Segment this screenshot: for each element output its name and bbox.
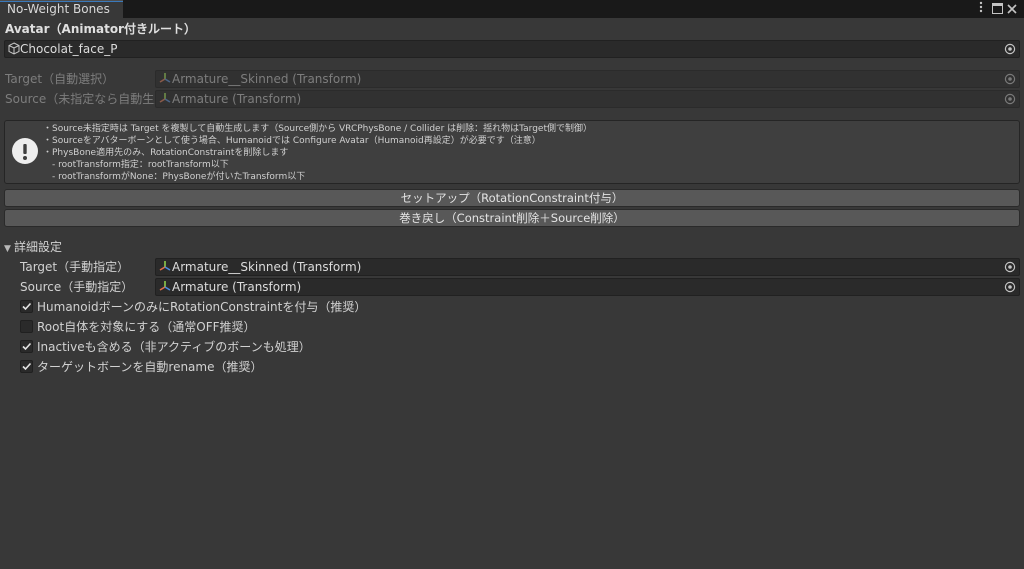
help-line: - rootTransformがNone：PhysBoneが付いたTransfo… (43, 172, 306, 182)
source-manual-field[interactable]: Armature (Transform) (155, 278, 1020, 296)
foldout-arrow-icon: ▼ (4, 244, 11, 254)
revert-button[interactable]: 巻き戻し（Constraint削除＋Source削除） (4, 209, 1020, 227)
advanced-foldout-label: 詳細設定 (14, 240, 63, 254)
tab-accent (0, 1, 123, 2)
source-auto-field: Armature (Transform) (155, 90, 1020, 108)
target-manual-field[interactable]: Armature__Skinned (Transform) (155, 258, 1020, 276)
checkmark-icon (22, 342, 32, 351)
help-line: - rootTransform指定：rootTransform以下 (43, 160, 229, 170)
advanced-foldout[interactable]: ▼ 詳細設定 (4, 239, 62, 257)
transform-icon (159, 260, 172, 274)
help-line: ・Source未指定時は Target を複製して自動生成します（Source側… (43, 124, 592, 134)
help-line: ・PhysBone適用先のみ、RotationConstraintを削除します (43, 148, 289, 158)
target-manual-label: Target（手動指定） (20, 260, 130, 274)
help-text: ・Source未指定時は Target を複製して自動生成します（Source側… (43, 123, 592, 183)
object-picker-icon[interactable] (1004, 281, 1016, 293)
checkmark-icon (22, 362, 32, 371)
checkbox[interactable] (20, 340, 33, 353)
help-line: ・Sourceをアバターボーンとして使う場合、Humanoidでは Config… (43, 136, 541, 146)
avatar-label: Avatar（Animator付きルート） (5, 22, 196, 36)
avatar-value: Chocolat_face_P (20, 42, 118, 56)
editor-content: Avatar（Animator付きルート） Chocolat_face_P Ta… (0, 18, 1024, 569)
object-picker-icon (1004, 93, 1016, 105)
source-manual-value: Armature (Transform) (172, 280, 302, 294)
option-label: Inactiveも含める（非アクティブのボーンも処理） (37, 340, 311, 354)
object-picker-icon[interactable] (1004, 261, 1016, 273)
kebab-menu-icon[interactable] (975, 1, 987, 17)
checkmark-icon (22, 302, 32, 311)
target-auto-field: Armature__Skinned (Transform) (155, 70, 1020, 88)
transform-icon (159, 92, 172, 106)
option-label: ターゲットボーンを自動rename（推奨） (37, 360, 263, 374)
checkbox[interactable] (20, 360, 33, 373)
tab-bar: No-Weight Bones (0, 0, 1024, 18)
transform-icon (159, 72, 172, 86)
maximize-icon[interactable] (990, 1, 1004, 17)
option-label: HumanoidボーンのみにRotationConstraintを付与（推奨） (37, 300, 367, 314)
option-label: Root自体を対象にする（通常OFF推奨） (37, 320, 256, 334)
target-auto-label: Target（自動選択） (5, 72, 115, 86)
object-picker-icon (1004, 73, 1016, 85)
checkbox[interactable] (20, 300, 33, 313)
transform-icon (159, 280, 172, 294)
source-auto-value: Armature (Transform) (172, 92, 302, 106)
window-tab[interactable]: No-Weight Bones (0, 0, 123, 18)
source-auto-label: Source（未指定なら自動生成） (5, 92, 155, 106)
window-tab-title: No-Weight Bones (7, 2, 110, 16)
source-manual-label: Source（手動指定） (20, 280, 134, 294)
close-icon[interactable] (1005, 1, 1019, 17)
setup-button[interactable]: セットアップ（RotationConstraint付与） (4, 189, 1020, 207)
target-manual-value: Armature__Skinned (Transform) (172, 260, 362, 274)
checkbox[interactable] (20, 320, 33, 333)
help-box: ・Source未指定時は Target を複製して自動生成します（Source側… (4, 120, 1020, 184)
object-picker-icon[interactable] (1004, 43, 1016, 55)
warning-icon (12, 138, 38, 164)
avatar-object-field[interactable]: Chocolat_face_P (4, 40, 1020, 58)
target-auto-value: Armature__Skinned (Transform) (172, 72, 362, 86)
